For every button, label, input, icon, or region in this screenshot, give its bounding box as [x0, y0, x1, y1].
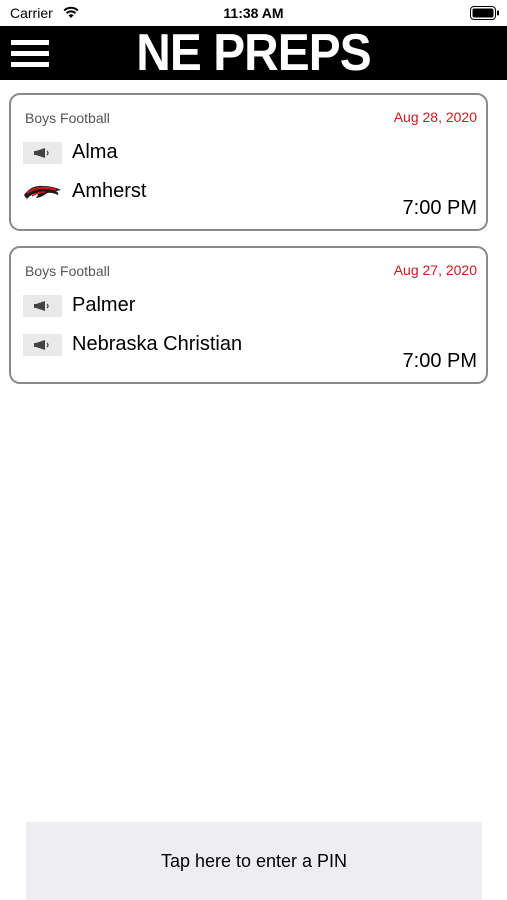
battery-icon: [470, 6, 499, 20]
game-date: Aug 27, 2020: [393, 262, 477, 278]
team-row: Palmer: [23, 294, 423, 319]
game-time: 7:00 PM: [402, 197, 477, 219]
team-name: Palmer: [72, 294, 136, 316]
broncos-logo-icon: [23, 181, 62, 203]
megaphone-icon: [23, 142, 62, 164]
game-sport: Boys Football: [25, 110, 110, 126]
game-time: 7:00 PM: [402, 350, 477, 372]
team-row: Alma: [23, 141, 423, 166]
team-row: Nebraska Christian: [23, 333, 423, 358]
game-card[interactable]: Boys Football Aug 28, 2020 Alma Amherst …: [9, 93, 488, 231]
game-date: Aug 28, 2020: [393, 109, 477, 125]
status-clock: 11:38 AM: [223, 5, 284, 21]
team-row: Amherst: [23, 180, 423, 205]
app-header: NE PREPS: [0, 26, 507, 80]
megaphone-icon: [23, 295, 62, 317]
hamburger-menu-icon[interactable]: [11, 40, 49, 68]
team-name: Nebraska Christian: [72, 333, 243, 355]
game-sport: Boys Football: [25, 263, 110, 279]
megaphone-icon: [23, 334, 62, 356]
team-name: Alma: [72, 141, 118, 163]
status-bar: Carrier 11:38 AM: [0, 0, 507, 26]
enter-pin-button[interactable]: Tap here to enter a PIN: [26, 822, 482, 900]
team-name: Amherst: [72, 180, 147, 202]
game-card[interactable]: Boys Football Aug 27, 2020 Palmer Nebras…: [9, 246, 488, 384]
brand-title: NE PREPS: [136, 24, 372, 82]
enter-pin-label: Tap here to enter a PIN: [160, 851, 348, 871]
